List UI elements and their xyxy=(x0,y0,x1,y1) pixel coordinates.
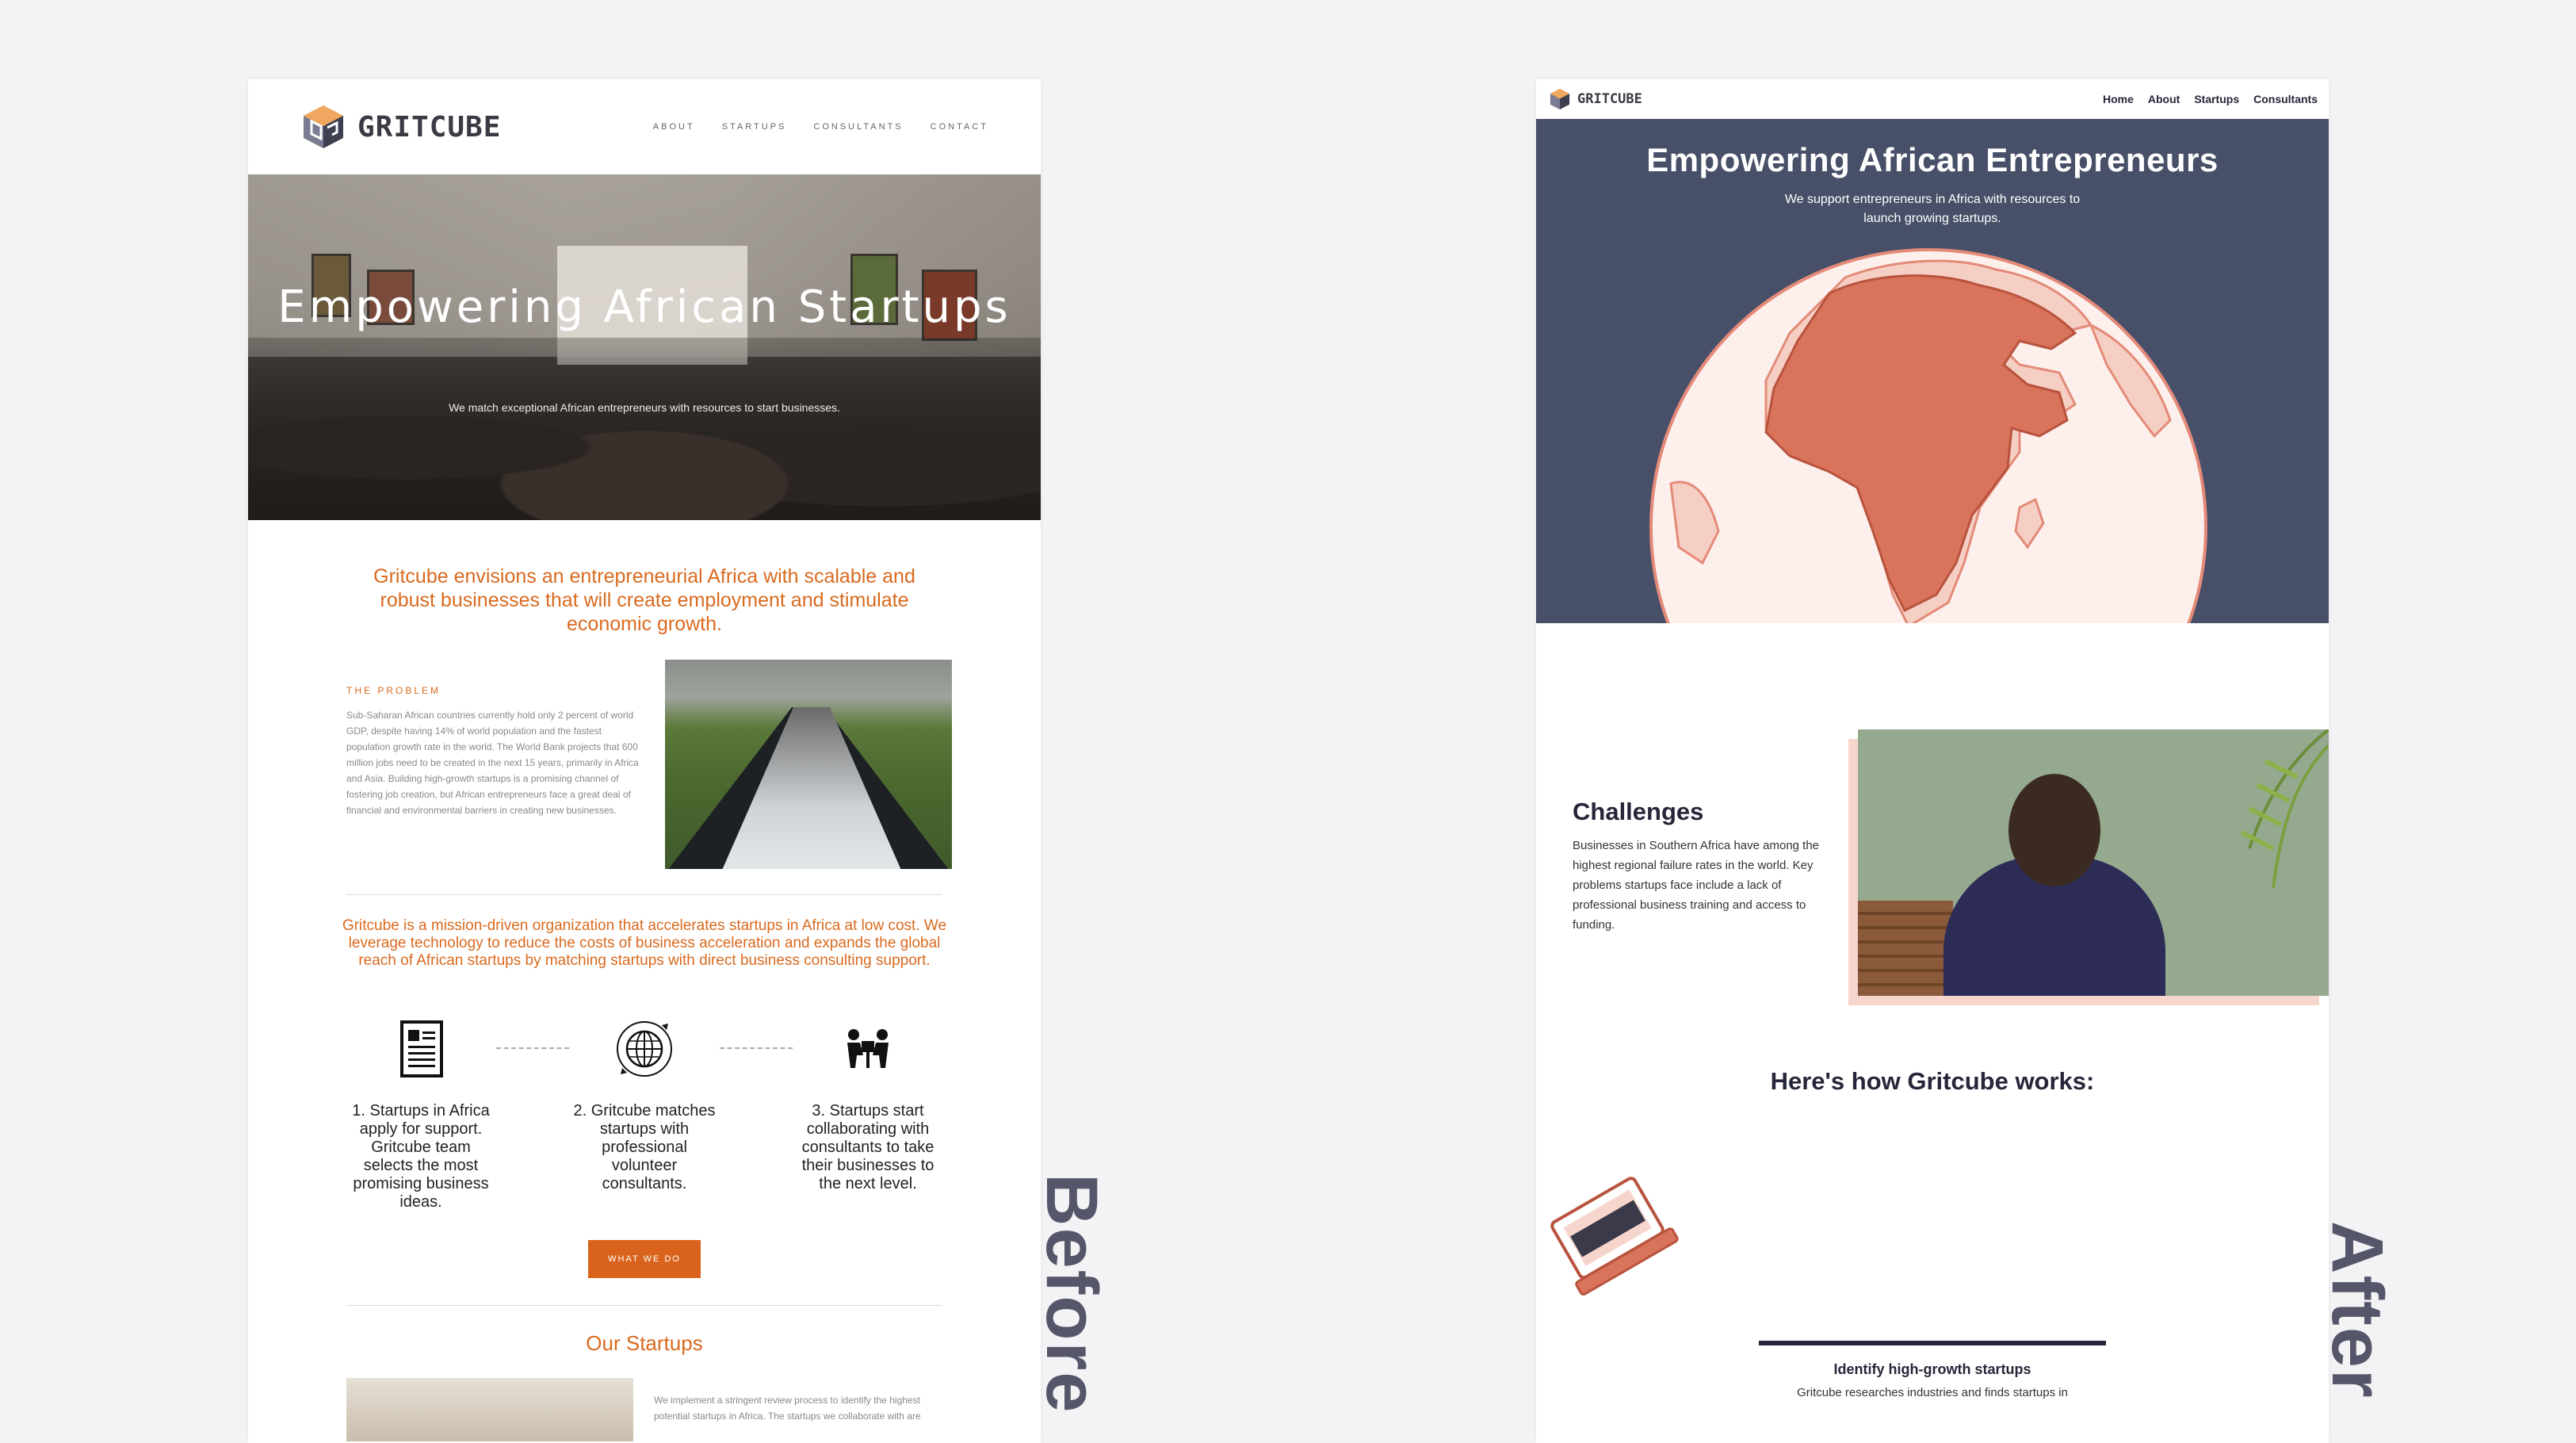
cube-logo-icon xyxy=(304,105,343,148)
after-hero: Empowering African Entrepreneurs We supp… xyxy=(1536,119,2329,623)
section-divider xyxy=(346,894,942,895)
nav-about[interactable]: ABOUT xyxy=(653,122,695,132)
plant-leaves xyxy=(2240,729,2329,889)
problem-text: THE PROBLEM Sub-Saharan African countrie… xyxy=(346,660,640,869)
step-text: 2. Gritcube matches startups with profes… xyxy=(573,1102,716,1192)
step-body: Gritcube researches industries and finds… xyxy=(1797,1386,2068,1399)
hero-title: Empowering African Entrepreneurs xyxy=(1646,141,2219,178)
step-item: 1. Startups in Africa apply for support.… xyxy=(346,1017,496,1211)
hero-subtitle: We match exceptional African entrepreneu… xyxy=(449,401,840,414)
startups-title: Our Startups xyxy=(586,1331,703,1355)
step-text: 3. Startups start collaborating with con… xyxy=(801,1102,934,1192)
hero-crowd xyxy=(248,338,1041,520)
africa-globe-illustration xyxy=(1649,248,2207,623)
problem-label: THE PROBLEM xyxy=(346,685,441,696)
document-icon xyxy=(400,1020,443,1077)
challenges-body: Businesses in Southern Africa have among… xyxy=(1573,839,1820,932)
challenges-title: Challenges xyxy=(1573,798,1704,825)
hero-title: Empowering African Startups xyxy=(277,281,1011,333)
mission-statement: Gritcube is a mission-driven organizatio… xyxy=(342,917,947,969)
startups-photo xyxy=(346,1378,633,1441)
problem-body: Sub-Saharan African countries currently … xyxy=(346,710,639,816)
step-connector xyxy=(720,1047,793,1049)
step-connector xyxy=(496,1047,569,1049)
nav-about[interactable]: About xyxy=(2148,93,2180,105)
what-we-do-button[interactable]: WHAT WE DO xyxy=(588,1240,701,1278)
nav-home[interactable]: Home xyxy=(2103,93,2134,105)
bench xyxy=(1858,901,1953,996)
startups-body: We implement a stringent review process … xyxy=(654,1395,921,1422)
cube-logo-icon xyxy=(1550,88,1570,110)
after-logo[interactable]: GRITCUBE xyxy=(1549,88,1642,110)
before-nav: ABOUT STARTUPS CONSULTANTS CONTACT xyxy=(653,122,988,132)
challenges-text: Challenges Businesses in Southern Africa… xyxy=(1573,798,1826,935)
hero-subtitle: We support entrepreneurs in Africa with … xyxy=(1784,193,2081,225)
startups-section: We implement a stringent review process … xyxy=(346,1378,1041,1441)
canal-photo xyxy=(665,660,952,869)
after-header: GRITCUBE Home About Startups Consultants xyxy=(1536,79,2329,119)
step-title: Identify high-growth startups xyxy=(1833,1361,2031,1377)
before-steps: 1. Startups in Africa apply for support.… xyxy=(248,1017,1041,1211)
laptop-icon xyxy=(1550,1177,1679,1296)
step-item: 3. Startups start collaborating with con… xyxy=(793,1017,943,1193)
problem-section: THE PROBLEM Sub-Saharan African countrie… xyxy=(346,660,1041,869)
after-panel: GRITCUBE Home About Startups Consultants… xyxy=(1536,79,2329,1443)
after-label: After xyxy=(2317,1221,2398,1399)
logo-text: GRITCUBE xyxy=(1577,91,1642,107)
nav-contact[interactable]: CONTACT xyxy=(931,122,988,132)
before-label: Before xyxy=(1031,1173,1112,1414)
globe-icon xyxy=(617,1021,672,1077)
nav-startups[interactable]: STARTUPS xyxy=(722,122,787,132)
challenges-section: Challenges Businesses in Southern Africa… xyxy=(1536,623,2329,1131)
person-head xyxy=(2008,774,2100,886)
step-underline xyxy=(1759,1341,2106,1345)
nav-consultants[interactable]: CONSULTANTS xyxy=(813,122,903,132)
before-hero: Empowering African Startups We match exc… xyxy=(248,174,1041,520)
before-panel: GRITCUBE ABOUT STARTUPS CONSULTANTS CONT… xyxy=(248,79,1041,1443)
entrepreneur-photo xyxy=(1858,729,2329,996)
after-nav: Home About Startups Consultants xyxy=(2103,93,2318,105)
section-divider xyxy=(346,1305,942,1306)
before-header: GRITCUBE ABOUT STARTUPS CONSULTANTS CONT… xyxy=(248,79,1041,174)
nav-startups[interactable]: Startups xyxy=(2194,93,2239,105)
comparison-stage: GRITCUBE ABOUT STARTUPS CONSULTANTS CONT… xyxy=(0,0,2576,1443)
before-logo[interactable]: GRITCUBE xyxy=(300,104,501,150)
step-item: 2. Gritcube matches startups with profes… xyxy=(569,1017,720,1193)
collaboration-icon xyxy=(847,1029,889,1068)
logo-text: GRITCUBE xyxy=(357,110,502,144)
nav-consultants[interactable]: Consultants xyxy=(2253,93,2318,105)
step-text: 1. Startups in Africa apply for support.… xyxy=(352,1102,490,1211)
vision-statement: Gritcube envisions an entrepreneurial Af… xyxy=(373,565,915,635)
